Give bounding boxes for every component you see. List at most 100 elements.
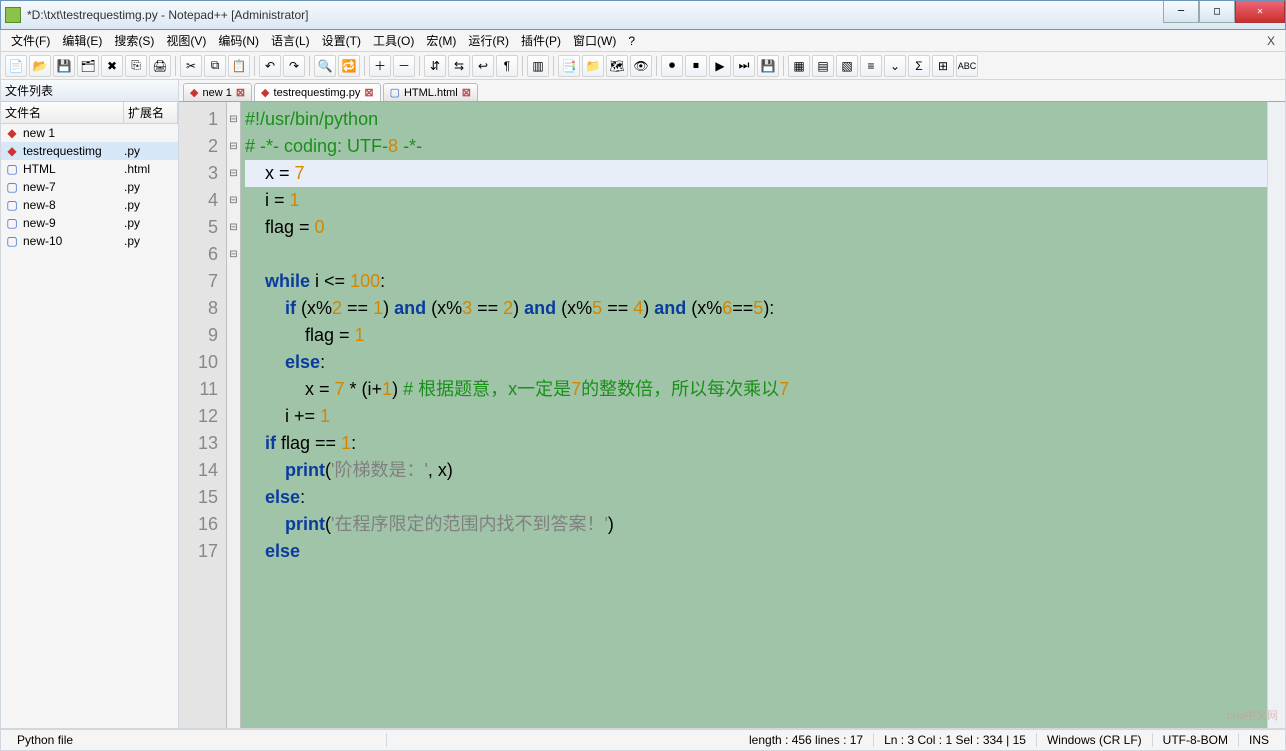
- file-list-item[interactable]: ▢new-10.py: [1, 232, 178, 250]
- status-eol[interactable]: Windows (CR LF): [1037, 733, 1153, 747]
- vertical-scrollbar[interactable]: [1267, 102, 1285, 728]
- replace-icon[interactable]: 🔁: [338, 55, 360, 77]
- tab-close-icon[interactable]: ⊠: [236, 86, 245, 99]
- code-line[interactable]: [245, 241, 1267, 268]
- close-all-icon[interactable]: ⎘: [125, 55, 147, 77]
- code-line[interactable]: if (x%2 == 1) and (x%3 == 2) and (x%5 ==…: [245, 295, 1267, 322]
- misc3-icon[interactable]: ▧: [836, 55, 858, 77]
- minimize-button[interactable]: ─: [1163, 1, 1199, 23]
- menu-run[interactable]: 运行(R): [462, 30, 515, 51]
- fold-toggle[interactable]: ⊟: [227, 241, 240, 268]
- menu-macro[interactable]: 宏(M): [420, 30, 462, 51]
- find-icon[interactable]: 🔍: [314, 55, 336, 77]
- menu-settings[interactable]: 设置(T): [316, 30, 367, 51]
- menu-language[interactable]: 语言(L): [265, 30, 316, 51]
- status-mode[interactable]: INS: [1239, 733, 1279, 747]
- code-line[interactable]: flag = 1: [245, 322, 1267, 349]
- code-line[interactable]: if flag == 1:: [245, 430, 1267, 457]
- open-file-icon[interactable]: 📂: [29, 55, 51, 77]
- menu-help[interactable]: ?: [622, 32, 641, 50]
- fold-toggle[interactable]: ⊟: [227, 214, 240, 241]
- col-name[interactable]: 文件名: [1, 102, 124, 123]
- tab-close-icon[interactable]: ⊠: [364, 86, 373, 99]
- file-list-item[interactable]: ▢new-9.py: [1, 214, 178, 232]
- code-line[interactable]: while i <= 100:: [245, 268, 1267, 295]
- editor-tab[interactable]: ▢HTML.html⊠: [383, 83, 478, 101]
- indent-guide-icon[interactable]: ▥: [527, 55, 549, 77]
- menu-file[interactable]: 文件(F): [5, 30, 56, 51]
- code-line[interactable]: x = 7 * (i+1) # 根据题意，x一定是7的整数倍，所以每次乘以7: [245, 376, 1267, 403]
- tab-close-icon[interactable]: ⊠: [462, 86, 471, 99]
- col-ext[interactable]: 扩展名: [124, 102, 178, 123]
- zoom-in-icon[interactable]: ＋: [369, 55, 391, 77]
- menu-view[interactable]: 视图(V): [160, 30, 212, 51]
- save-all-icon[interactable]: 🗂: [77, 55, 99, 77]
- fold-toggle[interactable]: ⊟: [227, 160, 240, 187]
- code-line[interactable]: flag = 0: [245, 214, 1267, 241]
- misc5-icon[interactable]: ⌄: [884, 55, 906, 77]
- paste-icon[interactable]: 📋: [228, 55, 250, 77]
- record-macro-icon[interactable]: ⏺: [661, 55, 683, 77]
- maximize-button[interactable]: □: [1199, 1, 1235, 23]
- status-enc[interactable]: UTF-8-BOM: [1153, 733, 1239, 747]
- file-list-item[interactable]: ▢new-8.py: [1, 196, 178, 214]
- close-file-icon[interactable]: ✖: [101, 55, 123, 77]
- misc1-icon[interactable]: ▦: [788, 55, 810, 77]
- misc2-icon[interactable]: ▤: [812, 55, 834, 77]
- code-line[interactable]: # -*- coding: UTF-8 -*-: [245, 133, 1267, 160]
- fold-toggle[interactable]: ⊟: [227, 133, 240, 160]
- menu-plugins[interactable]: 插件(P): [515, 30, 567, 51]
- play-multi-icon[interactable]: ⏭: [733, 55, 755, 77]
- sync-v-icon[interactable]: ⇵: [424, 55, 446, 77]
- copy-icon[interactable]: ⧉: [204, 55, 226, 77]
- menu-encoding[interactable]: 编码(N): [212, 30, 265, 51]
- print-icon[interactable]: 🖨: [149, 55, 171, 77]
- sync-h-icon[interactable]: ⇆: [448, 55, 470, 77]
- func-list-icon[interactable]: 📑: [558, 55, 580, 77]
- editor-tab[interactable]: ◆testrequestimg.py⊠: [254, 83, 381, 101]
- code-line[interactable]: #!/usr/bin/python: [245, 106, 1267, 133]
- code-line[interactable]: i = 1: [245, 187, 1267, 214]
- misc7-icon[interactable]: ⊞: [932, 55, 954, 77]
- file-list-item[interactable]: ▢HTML.html: [1, 160, 178, 178]
- menu-search[interactable]: 搜索(S): [108, 30, 160, 51]
- code-line[interactable]: print('在程序限定的范围内找不到答案！'): [245, 511, 1267, 538]
- menu-tools[interactable]: 工具(O): [367, 30, 420, 51]
- stop-macro-icon[interactable]: ⏹: [685, 55, 707, 77]
- cut-icon[interactable]: ✂: [180, 55, 202, 77]
- code-line[interactable]: else:: [245, 349, 1267, 376]
- doc-map-icon[interactable]: 🗺: [606, 55, 628, 77]
- save-icon[interactable]: 💾: [53, 55, 75, 77]
- editor-tab[interactable]: ◆new 1⊠: [183, 83, 252, 101]
- wrap-icon[interactable]: ↩: [472, 55, 494, 77]
- code-line[interactable]: print('阶梯数是：', x): [245, 457, 1267, 484]
- code-editor[interactable]: 1234567891011121314151617 ⊟⊟⊟⊟⊟⊟ #!/usr/…: [179, 102, 1285, 728]
- show-all-icon[interactable]: ¶: [496, 55, 518, 77]
- close-button[interactable]: ✕: [1235, 1, 1285, 23]
- file-list-item[interactable]: ◆testrequestimg.py: [1, 142, 178, 160]
- menu-window[interactable]: 窗口(W): [567, 30, 622, 51]
- misc4-icon[interactable]: ≡: [860, 55, 882, 77]
- zoom-out-icon[interactable]: －: [393, 55, 415, 77]
- file-list-item[interactable]: ◆new 1: [1, 124, 178, 142]
- fold-toggle[interactable]: ⊟: [227, 106, 240, 133]
- play-macro-icon[interactable]: ▶: [709, 55, 731, 77]
- file-list-item[interactable]: ▢new-7.py: [1, 178, 178, 196]
- redo-icon[interactable]: ↷: [283, 55, 305, 77]
- save-macro-icon[interactable]: 💾: [757, 55, 779, 77]
- code-line[interactable]: else:: [245, 484, 1267, 511]
- menu-bar: 文件(F) 编辑(E) 搜索(S) 视图(V) 编码(N) 语言(L) 设置(T…: [0, 30, 1286, 52]
- menu-edit[interactable]: 编辑(E): [56, 30, 108, 51]
- folder-view-icon[interactable]: 📁: [582, 55, 604, 77]
- menu-panel-close[interactable]: X: [1261, 32, 1281, 50]
- undo-icon[interactable]: ↶: [259, 55, 281, 77]
- code-source[interactable]: #!/usr/bin/python# -*- coding: UTF-8 -*-…: [241, 102, 1267, 728]
- spell-icon[interactable]: ABC: [956, 55, 978, 77]
- code-line[interactable]: x = 7: [245, 160, 1267, 187]
- monitor-icon[interactable]: 👁: [630, 55, 652, 77]
- fold-toggle[interactable]: ⊟: [227, 187, 240, 214]
- code-line[interactable]: i += 1: [245, 403, 1267, 430]
- new-file-icon[interactable]: 📄: [5, 55, 27, 77]
- code-line[interactable]: else: [245, 538, 1267, 565]
- misc6-icon[interactable]: Σ: [908, 55, 930, 77]
